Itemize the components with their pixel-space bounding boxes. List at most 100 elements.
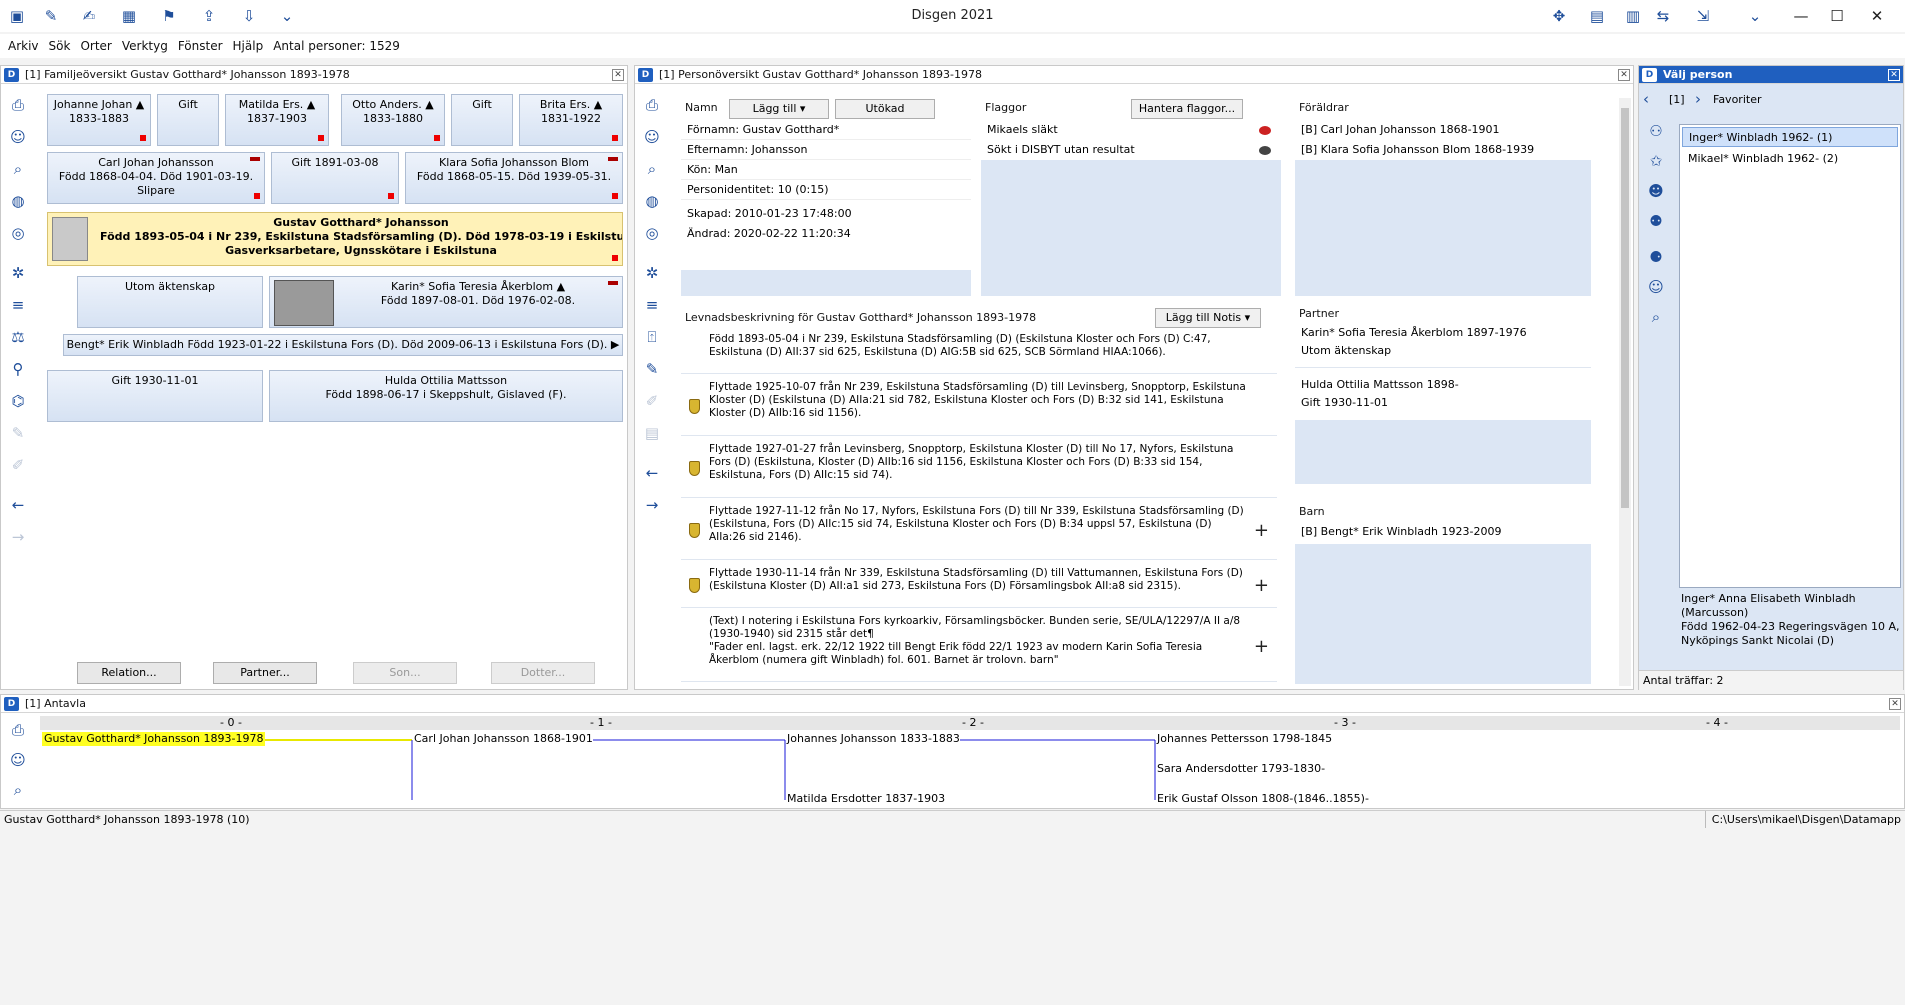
flag-item[interactable]: Sökt i DISBYT utan resultat	[981, 140, 1281, 160]
son-button[interactable]: Son...	[353, 662, 457, 684]
swap-icon[interactable]: ⇆	[1652, 5, 1674, 27]
pedigree-person[interactable]: Sara Andersdotter 1793-1830-	[1157, 762, 1326, 776]
list-item[interactable]: Mikael* Winbladh 1962- (2)	[1682, 149, 1898, 169]
search-icon[interactable]: ⌕	[7, 158, 29, 180]
pen-icon[interactable]: ✎	[40, 5, 62, 27]
child-box[interactable]: Bengt* Erik Winbladh Född 1923-01-22 i E…	[63, 334, 623, 356]
menu-arkiv[interactable]: Arkiv	[8, 39, 39, 53]
plus-icon[interactable]: +	[1254, 520, 1269, 541]
pedigree-person[interactable]: Johannes Pettersson 1798-1845	[1157, 732, 1333, 746]
grandparent-marriage-box[interactable]: Gift	[451, 94, 513, 146]
save-icon[interactable]: ▥	[1622, 5, 1644, 27]
note-edit-icon[interactable]: ✐	[641, 390, 663, 412]
person-id-icon[interactable]: ☻	[1645, 180, 1667, 202]
menu-icon[interactable]: ≡	[7, 294, 29, 316]
menu-verktyg[interactable]: Verktyg	[122, 39, 168, 53]
manage-flags-button[interactable]: Hantera flaggor...	[1131, 99, 1243, 119]
parent-item[interactable]: [B] Carl Johan Johansson 1868-1901	[1295, 120, 1591, 140]
download-icon[interactable]: ⇩	[238, 5, 260, 27]
note-icon[interactable]: ✎	[641, 358, 663, 380]
forward-icon[interactable]: ›	[1695, 90, 1701, 108]
partner-item[interactable]: Hulda Ottilia Mattsson 1898- Gift 1930-1…	[1295, 368, 1591, 412]
grandparent-marriage-box[interactable]: Gift	[157, 94, 219, 146]
add-note-button[interactable]: Lägg till Notis ▾	[1155, 308, 1261, 328]
upload-icon[interactable]: ⇪	[198, 5, 220, 27]
menu-fonster[interactable]: Fönster	[178, 39, 223, 53]
child-item[interactable]: [B] Bengt* Erik Winbladh 1923-2009	[1295, 522, 1591, 542]
gear-icon[interactable]: ✲	[7, 262, 29, 284]
layout-icon[interactable]: ▤	[1586, 5, 1608, 27]
arrow-left-icon[interactable]: ←	[641, 462, 663, 484]
globe-list-icon[interactable]: ◎	[7, 222, 29, 244]
flag-icon[interactable]: ⚑	[158, 5, 180, 27]
menu-orter[interactable]: Orter	[80, 39, 111, 53]
pedigree-person[interactable]: Carl Johan Johansson 1868-1901	[414, 732, 593, 746]
partner-button[interactable]: Partner...	[213, 662, 317, 684]
print-icon[interactable]: ⎙	[7, 94, 29, 116]
close-icon[interactable]: ✕	[1889, 698, 1901, 710]
note-list-icon[interactable]: ✐	[7, 454, 29, 476]
minimize-icon[interactable]: —	[1790, 5, 1812, 27]
pedigree-person[interactable]: Matilda Ersdotter 1837-1903	[787, 792, 946, 806]
relation-button[interactable]: Relation...	[77, 662, 181, 684]
partner2-box[interactable]: Hulda Ottilia Mattsson Född 1898-06-17 i…	[269, 370, 623, 422]
calendar-icon[interactable]: ▦	[118, 5, 140, 27]
upload-box-icon[interactable]: ⍐	[641, 326, 663, 348]
hierarchy-icon[interactable]: ⌬	[7, 390, 29, 412]
globe-icon[interactable]: ◍	[7, 190, 29, 212]
gear-icon[interactable]: ✲	[641, 262, 663, 284]
parent-item[interactable]: [B] Klara Sofia Johansson Blom 1868-1939	[1295, 140, 1591, 160]
person-icon[interactable]: ☺	[641, 126, 663, 148]
note-item[interactable]: Flyttade 1927-01-27 från Levinsberg, Sno…	[681, 440, 1277, 498]
favorites-link[interactable]: Favoriter	[1713, 93, 1761, 106]
dropdown-icon[interactable]: ⌄	[1744, 5, 1766, 27]
couple-icon[interactable]: ⚈	[1645, 246, 1667, 268]
note-item[interactable]: Flyttade 1927-11-12 från No 17, Nyfors, …	[681, 502, 1277, 560]
note-list-icon[interactable]: ▤	[641, 422, 663, 444]
list-item[interactable]: Inger* Winbladh 1962- (1)	[1682, 127, 1898, 147]
plus-icon[interactable]: +	[1254, 636, 1269, 657]
partner-box[interactable]: Karin* Sofia Teresia Åkerblom ▲ Född 189…	[269, 276, 623, 328]
person-icon[interactable]: ☺	[7, 126, 29, 148]
tree-icon[interactable]: ⚲	[7, 358, 29, 380]
grandparent-box[interactable]: Brita Ers. ▲ 1831-1922	[519, 94, 623, 146]
parents-marriage-box[interactable]: Gift 1891-03-08	[271, 152, 399, 204]
close-icon[interactable]: ✕	[612, 69, 624, 81]
partner-relation-box[interactable]: Utom äktenskap	[77, 276, 263, 328]
flag-item[interactable]: Mikaels släkt	[981, 120, 1281, 140]
arrow-left-icon[interactable]: ←	[7, 494, 29, 516]
edit-icon[interactable]: ✍	[78, 5, 100, 27]
marriage2-box[interactable]: Gift 1930-11-01	[47, 370, 263, 422]
person-add-icon[interactable]: ⚉	[1645, 210, 1667, 232]
pedigree-person[interactable]: Johannes Johansson 1833-1883	[787, 732, 960, 746]
note-item[interactable]: Flyttade 1925-10-07 från Nr 239, Eskilst…	[681, 378, 1277, 436]
person-icon[interactable]: ☺	[1645, 276, 1667, 298]
vertical-scrollbar[interactable]	[1619, 98, 1631, 686]
person-star-icon[interactable]: ✩	[1645, 150, 1667, 172]
daughter-button[interactable]: Dotter...	[491, 662, 595, 684]
grandparent-box[interactable]: Otto Anders. ▲ 1833-1880	[341, 94, 445, 146]
chevron-down-icon[interactable]: ⌄	[276, 5, 298, 27]
menu-hjalp[interactable]: Hjälp	[233, 39, 264, 53]
father-box[interactable]: Carl Johan Johansson Född 1868-04-04. Dö…	[47, 152, 265, 204]
menu-sok[interactable]: Sök	[49, 39, 71, 53]
search-icon[interactable]: ⌕	[641, 158, 663, 180]
grandparent-box[interactable]: Johanne Johan ▲ 1833-1883	[47, 94, 151, 146]
pedigree-person-root[interactable]: Gustav Gotthard* Johansson 1893-1978	[42, 732, 266, 746]
note-icon[interactable]: ✎	[7, 422, 29, 444]
close-icon[interactable]: ✕	[1888, 69, 1900, 81]
close-window-icon[interactable]: ✕	[1866, 5, 1888, 27]
close-icon[interactable]: ✕	[1618, 69, 1630, 81]
note-item[interactable]: Född 1893-05-04 i Nr 239, Eskilstuna Sta…	[681, 330, 1277, 374]
expand-button[interactable]: Utökad	[835, 99, 935, 119]
note-item[interactable]: (Text) I notering i Eskilstuna Fors kyrk…	[681, 612, 1277, 682]
arrow-right-icon[interactable]: →	[641, 494, 663, 516]
menu-icon[interactable]: ≡	[641, 294, 663, 316]
globe-icon[interactable]: ◍	[641, 190, 663, 212]
scale-icon[interactable]: ⚖	[7, 326, 29, 348]
note-item[interactable]: Flyttade 1930-11-14 från Nr 339, Eskilst…	[681, 564, 1277, 608]
plus-icon[interactable]: +	[1254, 575, 1269, 596]
print-icon[interactable]: ⎙	[641, 94, 663, 116]
export-icon[interactable]: ⇲	[1692, 5, 1714, 27]
move-icon[interactable]: ✥	[1548, 5, 1570, 27]
